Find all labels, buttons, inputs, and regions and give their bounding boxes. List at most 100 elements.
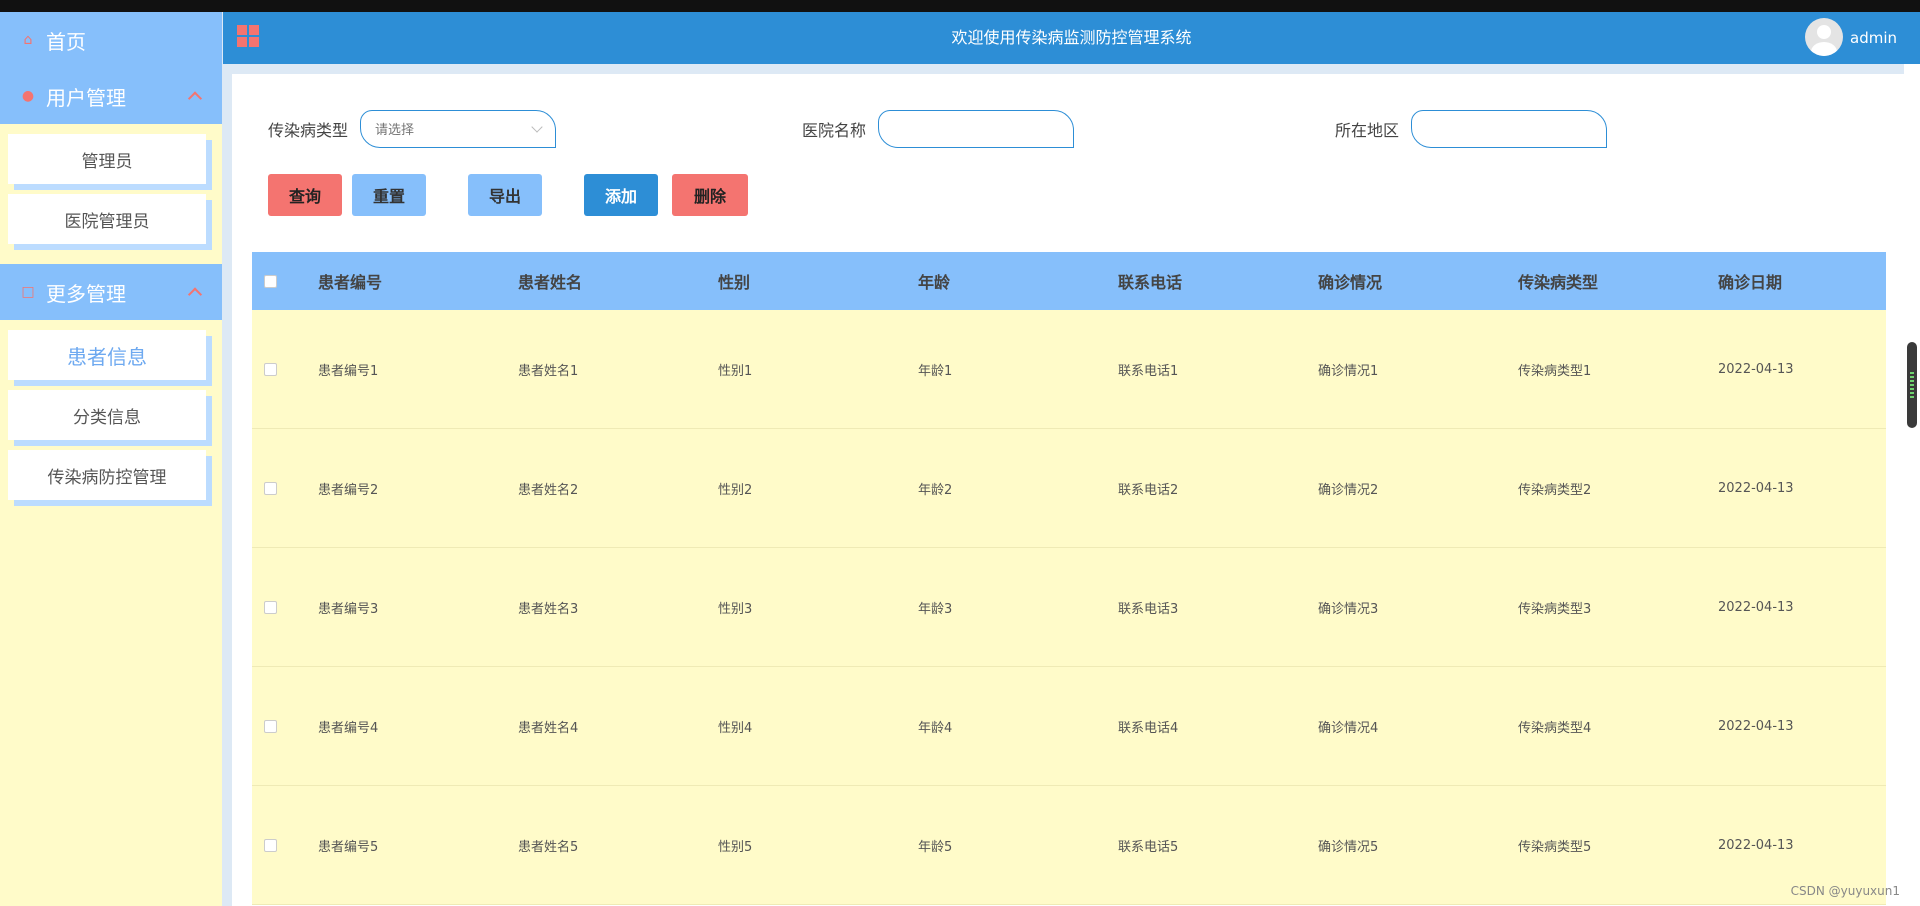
- user-icon: ●: [21, 88, 35, 104]
- row-checkbox[interactable]: [264, 481, 277, 495]
- sidebar-item-home[interactable]: ⌂ 首页: [0, 12, 222, 68]
- cell-diagnosis-date: 2022-04-13: [1718, 361, 1794, 377]
- cell-gender: 性别5: [718, 839, 753, 855]
- row-checkbox[interactable]: [264, 600, 277, 614]
- cell-patient-name: 患者姓名5: [518, 839, 579, 855]
- scrollbar-thumb[interactable]: [1907, 342, 1917, 428]
- region-label: 所在地区: [1335, 121, 1400, 140]
- page-title: 欢迎使用传染病监测防控管理系统: [951, 28, 1192, 47]
- patient-table: 患者编号 患者姓名 性别 年龄 联系电话 确诊情况 传染病类型 确诊日期 患者编…: [252, 252, 1886, 905]
- row-checkbox[interactable]: [264, 719, 277, 733]
- region-input-box[interactable]: [1411, 110, 1608, 149]
- sidebar-submenu-more: 患者信息 分类信息 传染病防控管理: [0, 320, 222, 520]
- cell-disease-type: 传染病类型5: [1518, 839, 1592, 855]
- cell-patient-id: 患者编号5: [318, 839, 379, 855]
- cell-patient-id: 患者编号3: [318, 601, 379, 617]
- avatar[interactable]: [1805, 18, 1843, 56]
- cell-phone: 联系电话5: [1118, 839, 1179, 855]
- region-input[interactable]: [1424, 111, 1579, 149]
- cell-phone: 联系电话3: [1118, 601, 1179, 617]
- column-header[interactable]: 确诊情况: [1318, 269, 1518, 293]
- cell-diagnosis-date: 2022-04-13: [1718, 837, 1794, 853]
- row-checkbox[interactable]: [264, 362, 277, 376]
- hospital-label: 医院名称: [802, 121, 867, 140]
- cell-gender: 性别1: [718, 363, 753, 379]
- sidebar-item-admin[interactable]: 管理员: [8, 134, 206, 184]
- query-button[interactable]: 查询: [268, 174, 342, 216]
- cell-patient-name: 患者姓名1: [518, 363, 579, 379]
- row-checkbox[interactable]: [264, 838, 277, 852]
- table-row[interactable]: 患者编号2 患者姓名2 性别2 年龄2 联系电话2 确诊情况2 传染病类型2 2…: [252, 429, 1886, 548]
- cell-age: 年龄2: [918, 482, 953, 498]
- column-header[interactable]: 患者编号: [318, 269, 518, 293]
- column-header[interactable]: 确诊日期: [1718, 269, 1886, 293]
- row-check-cell: [252, 362, 318, 376]
- username-label[interactable]: admin: [1850, 12, 1897, 64]
- table-row[interactable]: 患者编号4 患者姓名4 性别4 年龄4 联系电话4 确诊情况4 传染病类型4 2…: [252, 667, 1886, 786]
- sidebar-item-patient-info[interactable]: 患者信息: [8, 330, 206, 380]
- select-all-checkbox[interactable]: [264, 274, 277, 288]
- cell-diagnosis: 确诊情况1: [1318, 363, 1379, 379]
- column-header[interactable]: 联系电话: [1118, 269, 1318, 293]
- reset-button[interactable]: 重置: [352, 174, 426, 216]
- cell-age: 年龄1: [918, 363, 953, 379]
- disease-type-input[interactable]: [373, 111, 528, 149]
- cell-diagnosis: 确诊情况4: [1318, 720, 1379, 736]
- vertical-scrollbar[interactable]: [1904, 64, 1920, 906]
- cell-gender: 性别3: [718, 601, 753, 617]
- cell-diagnosis: 确诊情况3: [1318, 601, 1379, 617]
- cell-disease-type: 传染病类型4: [1518, 720, 1592, 736]
- export-button[interactable]: 导出: [468, 174, 542, 216]
- disease-type-select[interactable]: [360, 110, 557, 149]
- cell-patient-name: 患者姓名3: [518, 601, 579, 617]
- select-all-cell: [252, 274, 318, 288]
- cell-patient-id: 患者编号1: [318, 363, 379, 379]
- column-header[interactable]: 年龄: [918, 269, 1118, 293]
- sidebar-home-label: 首页: [46, 29, 86, 54]
- cell-diagnosis-date: 2022-04-13: [1718, 480, 1794, 496]
- disease-type-field: 传染病类型: [268, 110, 557, 149]
- row-check-cell: [252, 719, 318, 733]
- document-icon: □: [21, 284, 35, 300]
- cell-phone: 联系电话4: [1118, 720, 1179, 736]
- sidebar-item-disease-control[interactable]: 传染病防控管理: [8, 450, 206, 500]
- cell-diagnosis: 确诊情况5: [1318, 839, 1379, 855]
- cell-patient-name: 患者姓名4: [518, 720, 579, 736]
- cell-age: 年龄5: [918, 839, 953, 855]
- cell-diagnosis-date: 2022-04-13: [1718, 599, 1794, 615]
- cell-phone: 联系电话1: [1118, 363, 1179, 379]
- chevron-down-icon: [531, 121, 543, 133]
- cell-diagnosis: 确诊情况2: [1318, 482, 1379, 498]
- cell-gender: 性别2: [718, 482, 753, 498]
- cell-patient-name: 患者姓名2: [518, 482, 579, 498]
- row-check-cell: [252, 838, 318, 852]
- cell-patient-id: 患者编号2: [318, 482, 379, 498]
- row-check-cell: [252, 600, 318, 614]
- sidebar-group-user-mgmt[interactable]: ● 用户管理: [0, 68, 222, 124]
- hospital-input[interactable]: [891, 111, 1046, 149]
- sidebar-group-more-mgmt[interactable]: □ 更多管理: [0, 264, 222, 320]
- cell-gender: 性别4: [718, 720, 753, 736]
- column-header[interactable]: 患者姓名: [518, 269, 718, 293]
- sidebar-item-hospital-admin[interactable]: 医院管理员: [8, 194, 206, 244]
- cell-disease-type: 传染病类型3: [1518, 601, 1592, 617]
- sidebar-submenu-user: 管理员 医院管理员: [0, 124, 222, 264]
- row-check-cell: [252, 481, 318, 495]
- chevron-up-icon: [187, 287, 203, 302]
- add-button[interactable]: 添加: [584, 174, 658, 216]
- column-header[interactable]: 性别: [718, 269, 918, 293]
- sidebar-item-category-info[interactable]: 分类信息: [8, 390, 206, 440]
- hospital-input-box[interactable]: [878, 110, 1075, 149]
- sidebar-group-label: 更多管理: [46, 281, 126, 306]
- delete-button[interactable]: 删除: [672, 174, 748, 216]
- table-row[interactable]: 患者编号1 患者姓名1 性别1 年龄1 联系电话1 确诊情况1 传染病类型1 2…: [252, 310, 1886, 429]
- column-header[interactable]: 传染病类型: [1518, 269, 1718, 293]
- table-row[interactable]: 患者编号3 患者姓名3 性别3 年龄3 联系电话3 确诊情况3 传染病类型3 2…: [252, 548, 1886, 667]
- sidebar-group-label: 用户管理: [46, 85, 126, 110]
- table-row[interactable]: 患者编号5 患者姓名5 性别5 年龄5 联系电话5 确诊情况5 传染病类型5 2…: [252, 786, 1886, 905]
- region-field: 所在地区: [1335, 110, 1608, 149]
- cell-age: 年龄3: [918, 601, 953, 617]
- cell-patient-id: 患者编号4: [318, 720, 379, 736]
- cell-phone: 联系电话2: [1118, 482, 1179, 498]
- cell-disease-type: 传染病类型1: [1518, 363, 1592, 379]
